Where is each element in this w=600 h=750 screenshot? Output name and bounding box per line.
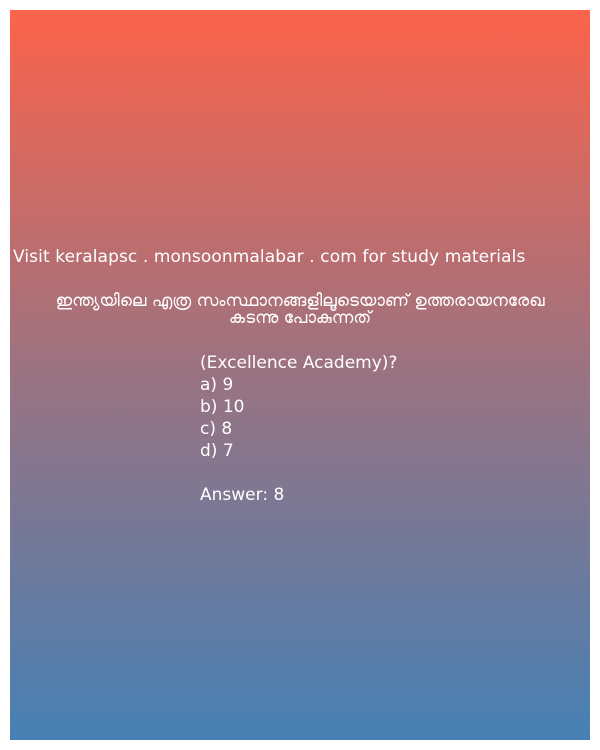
option-d: d) 7	[200, 441, 234, 461]
option-c: c) 8	[200, 419, 233, 439]
answer-text: Answer: 8	[200, 485, 285, 505]
question-card: Visit keralapsc . monsoonmalabar . com f…	[10, 10, 590, 740]
question-line-2: കടന്നു പോകുന്നത്	[228, 308, 372, 328]
options-block: (Excellence Academy)? a) 9 b) 10 c) 8 d)…	[200, 352, 397, 506]
option-a: a) 9	[200, 375, 234, 395]
question-text: ഇന്ത്യയിലെ എത്ര സംസ്ഥാനങ്ങളിലൂടെയാണ് ഉത്…	[10, 293, 590, 327]
option-b: b) 10	[200, 397, 245, 417]
question-source: (Excellence Academy)?	[200, 353, 398, 373]
site-promo-text: Visit keralapsc . monsoonmalabar . com f…	[13, 247, 526, 267]
